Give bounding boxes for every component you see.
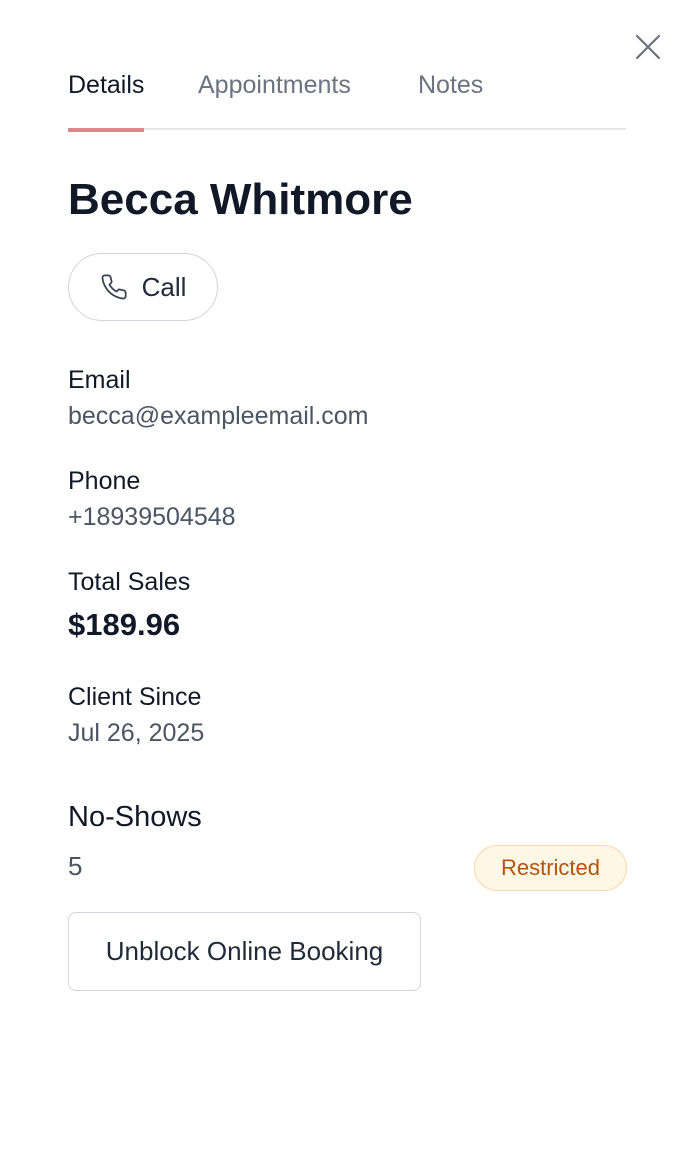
email-label: Email [68,366,131,394]
phone-icon [101,274,127,300]
tab-details[interactable]: Details [68,60,145,132]
close-button[interactable] [633,32,663,62]
client-since-value: Jul 26, 2025 [68,719,205,747]
no-shows-label: No-Shows [68,801,202,833]
phone-label: Phone [68,467,141,495]
no-shows-value: 5 [68,851,83,881]
tab-appointments[interactable]: Appointments [198,60,351,130]
phone-value: +18939504548 [68,503,236,531]
email-value: becca@exampleemail.com [68,402,369,430]
client-name: Becca Whitmore [68,175,413,224]
status-badge: Restricted [474,845,627,891]
total-sales-value: $189.96 [68,607,181,642]
client-since-label: Client Since [68,683,202,711]
total-sales-label: Total Sales [68,568,191,596]
tab-bar: Details Appointments Notes [68,60,626,132]
unblock-online-booking-button[interactable]: Unblock Online Booking [68,912,421,991]
tab-notes[interactable]: Notes [418,60,483,130]
close-icon [635,34,661,60]
call-button[interactable]: Call [68,253,218,321]
call-button-label: Call [141,271,187,302]
